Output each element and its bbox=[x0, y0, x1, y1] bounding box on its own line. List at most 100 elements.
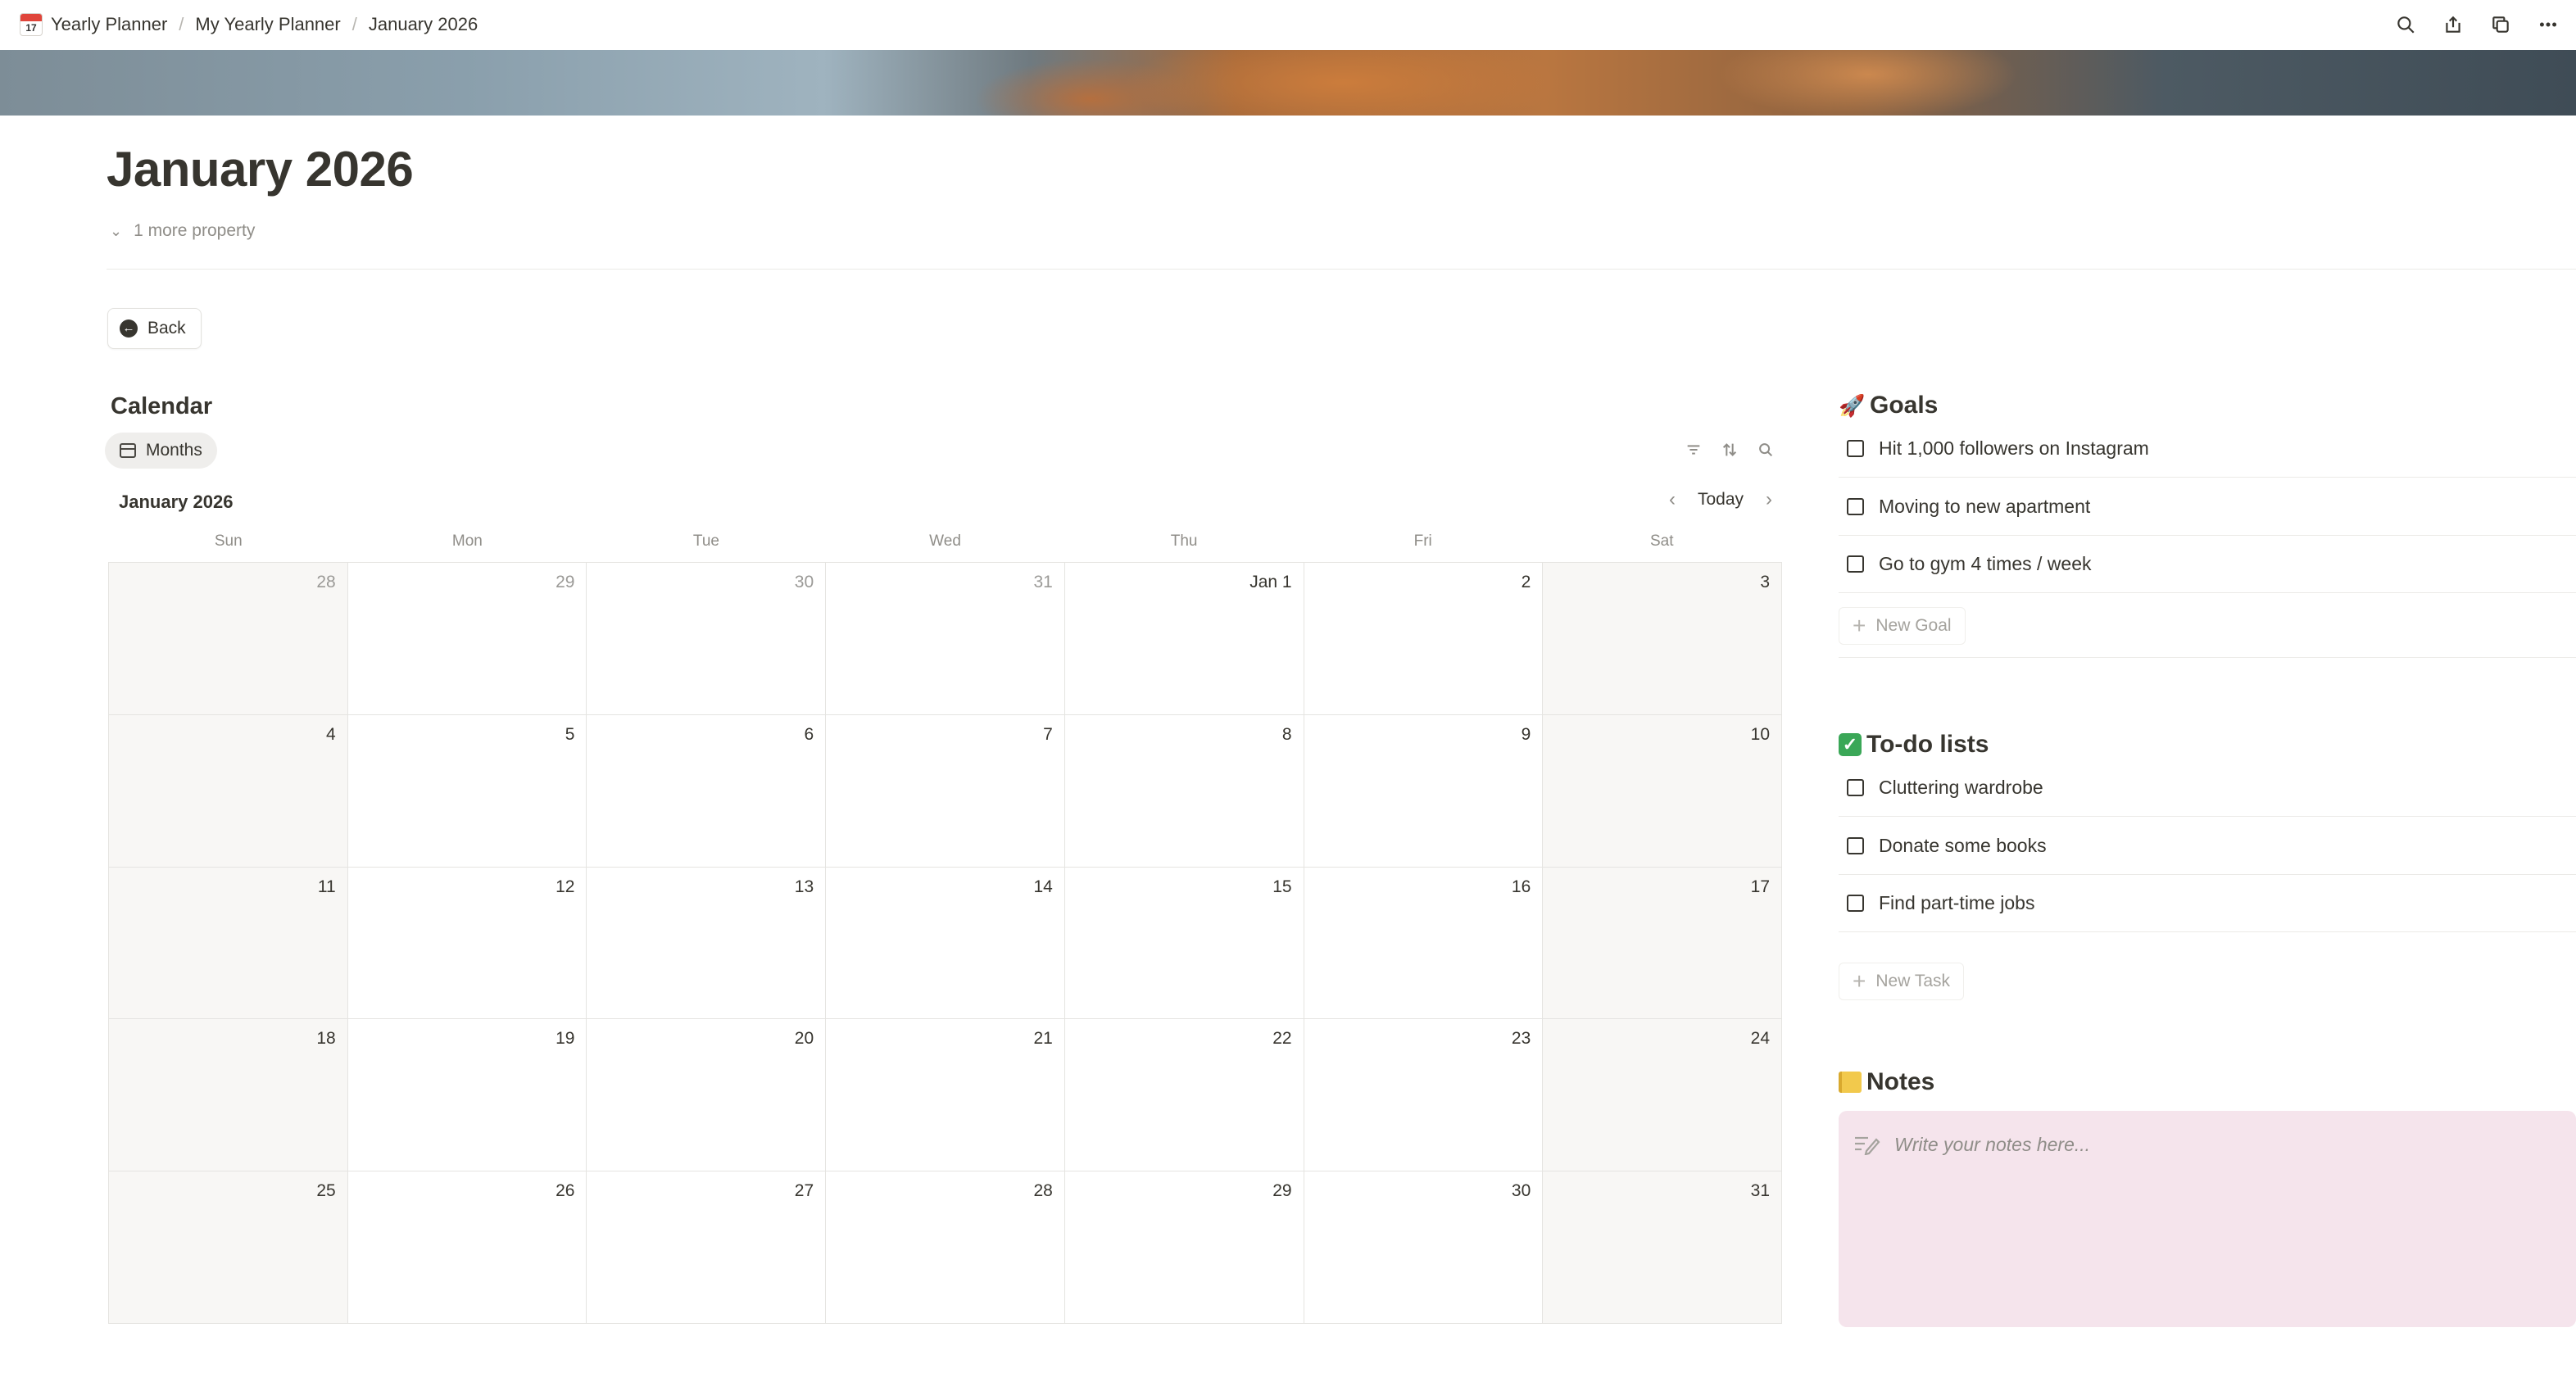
cover-image[interactable] bbox=[0, 50, 2576, 116]
share-icon[interactable] bbox=[2437, 8, 2469, 41]
new-goal-button[interactable]: + New Goal bbox=[1839, 607, 1966, 645]
more-icon[interactable] bbox=[2532, 8, 2565, 41]
calendar-day-cell[interactable]: Jan 1 bbox=[1064, 563, 1304, 715]
calendar-day-cell[interactable]: 17 bbox=[1543, 867, 1782, 1020]
day-number: 31 bbox=[1750, 1181, 1770, 1201]
calendar-day-cell[interactable]: 27 bbox=[587, 1171, 827, 1324]
day-number: 8 bbox=[1281, 724, 1292, 744]
day-number: 9 bbox=[1521, 724, 1531, 744]
calendar-day-cell[interactable]: 16 bbox=[1304, 867, 1544, 1020]
todo-item[interactable]: Donate some books bbox=[1839, 817, 2576, 875]
calendar-day-cell[interactable]: 19 bbox=[347, 1019, 587, 1172]
new-task-button[interactable]: + New Task bbox=[1839, 963, 1965, 1000]
day-number: 25 bbox=[316, 1181, 336, 1201]
calendar-day-cell[interactable]: 30 bbox=[587, 563, 827, 715]
back-button[interactable]: ← Back bbox=[107, 308, 202, 349]
edit-note-icon bbox=[1853, 1134, 1881, 1156]
goals-heading[interactable]: 🚀 Goals bbox=[1839, 392, 1938, 419]
calendar-day-cell[interactable]: 14 bbox=[826, 867, 1065, 1020]
calendar-day-cell[interactable]: 24 bbox=[1543, 1019, 1782, 1172]
day-number: 14 bbox=[1033, 877, 1053, 896]
calendar-day-cell[interactable]: 10 bbox=[1543, 714, 1782, 868]
checkbox[interactable] bbox=[1847, 439, 1864, 457]
calendar-day-cell[interactable]: 8 bbox=[1064, 714, 1304, 868]
check-mark-icon: ✓ bbox=[1839, 733, 1862, 756]
day-number: 15 bbox=[1272, 877, 1292, 896]
calendar-day-cell[interactable]: 31 bbox=[826, 563, 1065, 715]
back-label: Back bbox=[147, 319, 186, 338]
notes-heading[interactable]: Notes bbox=[1839, 1068, 1934, 1096]
goal-item[interactable]: Hit 1,000 followers on Instagram bbox=[1839, 419, 2576, 478]
notes-placeholder[interactable]: Write your notes here... bbox=[1894, 1134, 2090, 1156]
view-tab-months[interactable]: Months bbox=[105, 433, 217, 469]
calendar-day-cell[interactable]: 18 bbox=[109, 1019, 348, 1172]
new-task-label: New Task bbox=[1875, 972, 1951, 990]
calendar-day-cell[interactable]: 23 bbox=[1304, 1019, 1544, 1172]
todo-heading[interactable]: ✓ To-do lists bbox=[1839, 731, 1989, 759]
day-number: 29 bbox=[556, 573, 575, 591]
weekday-label: Fri bbox=[1413, 532, 1432, 550]
calendar-day-cell[interactable]: 25 bbox=[109, 1171, 348, 1324]
day-number: 17 bbox=[1750, 877, 1770, 896]
checkbox[interactable] bbox=[1847, 778, 1864, 796]
day-number: 10 bbox=[1750, 724, 1770, 744]
goal-label: Moving to new apartment bbox=[1879, 495, 2091, 517]
goal-item[interactable]: Moving to new apartment bbox=[1839, 478, 2576, 536]
checkbox[interactable] bbox=[1847, 836, 1864, 854]
calendar-day-cell[interactable]: 6 bbox=[587, 714, 827, 868]
chevron-right-icon[interactable]: › bbox=[1757, 488, 1781, 511]
day-number: 28 bbox=[316, 573, 336, 591]
calendar-emoji-icon: 17 bbox=[20, 13, 43, 36]
calendar-day-cell[interactable]: 28 bbox=[826, 1171, 1065, 1324]
calendar-day-cell[interactable]: 26 bbox=[347, 1171, 587, 1324]
calendar-day-cell[interactable]: 13 bbox=[587, 867, 827, 1020]
calendar-day-cell[interactable]: 2 bbox=[1304, 563, 1544, 715]
todo-item[interactable]: Find part-time jobs bbox=[1839, 874, 2576, 932]
weekday-header: Sun Mon Tue Wed Thu Fri Sat bbox=[109, 532, 1781, 555]
calendar-view-icon bbox=[120, 443, 136, 458]
search-icon[interactable] bbox=[1753, 437, 1778, 462]
calendar-day-cell[interactable]: 11 bbox=[109, 867, 348, 1020]
breadcrumb-item-my-yearly-planner[interactable]: My Yearly Planner bbox=[190, 11, 345, 39]
calendar-day-cell[interactable]: 22 bbox=[1064, 1019, 1304, 1172]
calendar-day-cell[interactable]: 20 bbox=[587, 1019, 827, 1172]
filter-icon[interactable] bbox=[1681, 437, 1706, 462]
calendar-day-cell[interactable]: 15 bbox=[1064, 867, 1304, 1020]
goal-item[interactable]: Go to gym 4 times / week bbox=[1839, 535, 2576, 593]
weekday-label: Wed bbox=[929, 532, 961, 550]
chevron-left-icon[interactable]: ‹ bbox=[1660, 488, 1685, 511]
search-icon[interactable] bbox=[2389, 8, 2422, 41]
calendar-day-cell[interactable]: 4 bbox=[109, 714, 348, 868]
calendar-day-cell[interactable]: 28 bbox=[109, 563, 348, 715]
calendar-day-cell[interactable]: 29 bbox=[347, 563, 587, 715]
calendar-day-cell[interactable]: 29 bbox=[1064, 1171, 1304, 1324]
page-title[interactable]: January 2026 bbox=[107, 141, 414, 197]
today-button[interactable]: Today bbox=[1698, 490, 1744, 510]
calendar-day-cell[interactable]: 30 bbox=[1304, 1171, 1544, 1324]
day-number: 28 bbox=[1033, 1181, 1053, 1201]
todo-label: Find part-time jobs bbox=[1879, 891, 2035, 913]
breadcrumb-item-january-2026[interactable]: January 2026 bbox=[364, 11, 483, 39]
checkbox[interactable] bbox=[1847, 555, 1864, 573]
calendar-day-cell[interactable]: 3 bbox=[1543, 563, 1782, 715]
calendar-day-cell[interactable]: 21 bbox=[826, 1019, 1065, 1172]
calendar-day-cell[interactable]: 9 bbox=[1304, 714, 1544, 868]
calendar-day-cell[interactable]: 12 bbox=[347, 867, 587, 1020]
calendar-day-cell[interactable]: 31 bbox=[1543, 1171, 1782, 1324]
plus-icon: + bbox=[1853, 968, 1866, 994]
todo-item[interactable]: Cluttering wardrobe bbox=[1839, 759, 2576, 817]
day-number: 30 bbox=[794, 573, 814, 591]
calendar-title[interactable]: Calendar bbox=[111, 393, 212, 420]
day-number: Jan 1 bbox=[1249, 573, 1292, 591]
calendar-day-cell[interactable]: 5 bbox=[347, 714, 587, 868]
sort-icon[interactable] bbox=[1717, 437, 1742, 462]
day-number: 31 bbox=[1033, 573, 1053, 591]
more-property-toggle[interactable]: ⌄ 1 more property bbox=[110, 221, 255, 241]
day-number: 2 bbox=[1521, 573, 1531, 591]
duplicate-icon[interactable] bbox=[2484, 8, 2517, 41]
breadcrumb-item-yearly-planner[interactable]: 17 Yearly Planner bbox=[15, 10, 172, 39]
calendar-day-cell[interactable]: 7 bbox=[826, 714, 1065, 868]
checkbox[interactable] bbox=[1847, 894, 1864, 912]
day-number: 29 bbox=[1272, 1181, 1292, 1201]
checkbox[interactable] bbox=[1847, 497, 1864, 515]
